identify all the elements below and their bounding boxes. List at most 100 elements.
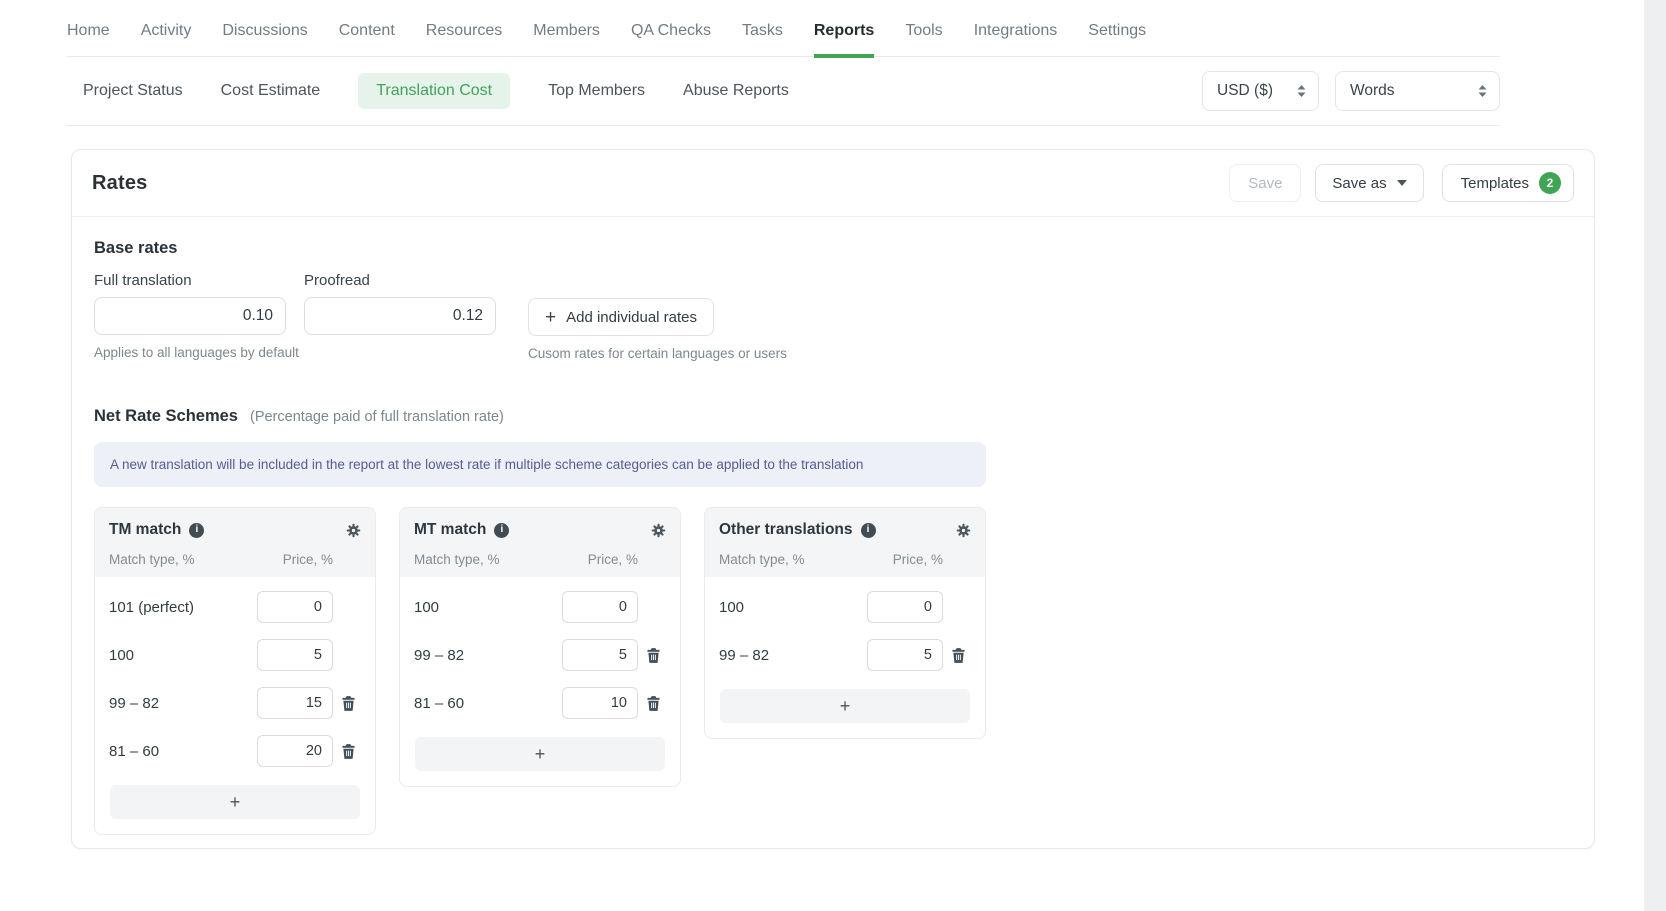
currency-select-value: USD ($)	[1217, 82, 1273, 100]
save-as-button[interactable]: Save as	[1315, 164, 1423, 202]
trash-icon	[952, 648, 965, 663]
nav-item-qa-checks[interactable]: QA Checks	[631, 22, 711, 56]
save-as-label: Save as	[1332, 175, 1386, 192]
reports-sub-nav: Project Status Cost Estimate Translation…	[67, 57, 1500, 126]
nav-item-integrations[interactable]: Integrations	[974, 22, 1058, 56]
price-input[interactable]	[257, 735, 333, 767]
price-input[interactable]	[257, 591, 333, 623]
tab-project-status[interactable]: Project Status	[83, 73, 183, 109]
nav-item-home[interactable]: Home	[67, 22, 110, 56]
other-translations-settings-button[interactable]	[956, 523, 971, 538]
rate-row: 100	[95, 631, 375, 679]
scheme-panels: TM match i Match type, % Price, %	[94, 507, 1572, 835]
price-input[interactable]	[867, 591, 943, 623]
price-input[interactable]	[257, 687, 333, 719]
add-rate-row-button[interactable]: +	[110, 785, 360, 819]
page-title: Rates	[92, 172, 1229, 195]
add-individual-rates-button[interactable]: + Add individual rates	[528, 298, 714, 336]
gear-icon	[956, 523, 971, 538]
delete-rate-row-button[interactable]	[952, 648, 965, 663]
mt-match-settings-button[interactable]	[651, 523, 666, 538]
tm-match-panel: TM match i Match type, % Price, %	[94, 507, 376, 835]
scrollbar[interactable]	[1644, 0, 1666, 911]
full-translation-input[interactable]	[94, 297, 286, 335]
nav-item-activity[interactable]: Activity	[141, 22, 192, 56]
match-range-label: 100	[719, 599, 867, 616]
trash-icon	[342, 696, 355, 711]
proofread-input[interactable]	[304, 297, 496, 335]
nav-item-reports[interactable]: Reports	[814, 22, 874, 56]
rates-card: Rates Save Save as Templates 2 Base rate…	[71, 149, 1595, 849]
tab-translation-cost[interactable]: Translation Cost	[358, 73, 510, 109]
chevron-down-icon	[1397, 180, 1407, 186]
tm-match-settings-button[interactable]	[346, 523, 361, 538]
match-range-label: 81 – 60	[414, 695, 562, 712]
templates-button[interactable]: Templates 2	[1442, 164, 1574, 202]
tm-match-title: TM match	[109, 521, 181, 539]
trash-icon	[647, 696, 660, 711]
price-input[interactable]	[562, 639, 638, 671]
match-type-column-label: Match type, %	[414, 552, 500, 567]
individual-rates-column: + Add individual rates Cusom rates for c…	[528, 272, 787, 361]
match-range-label: 99 – 82	[109, 695, 257, 712]
match-range-label: 99 – 82	[719, 647, 867, 664]
report-filters: USD ($) Words	[1202, 71, 1500, 111]
tab-top-members[interactable]: Top Members	[548, 73, 645, 109]
sort-arrows-icon	[1297, 85, 1306, 97]
other-translations-title: Other translations	[719, 521, 853, 539]
delete-rate-row-button[interactable]	[342, 696, 355, 711]
templates-count-badge: 2	[1539, 172, 1561, 194]
price-input[interactable]	[867, 639, 943, 671]
price-column-label: Price, %	[283, 552, 333, 567]
full-translation-helper: Applies to all languages by default	[94, 345, 286, 360]
plus-icon: +	[840, 696, 851, 716]
rate-row: 101 (perfect)	[95, 583, 375, 631]
nav-item-tools[interactable]: Tools	[905, 22, 942, 56]
proofread-field: Proofread	[304, 272, 496, 335]
full-translation-field: Full translation Applies to all language…	[94, 272, 286, 360]
tab-cost-estimate[interactable]: Cost Estimate	[221, 73, 321, 109]
info-icon[interactable]: i	[861, 523, 876, 538]
save-button[interactable]: Save	[1229, 164, 1301, 202]
tab-abuse-reports[interactable]: Abuse Reports	[683, 73, 789, 109]
match-range-label: 101 (perfect)	[109, 599, 257, 616]
net-rate-schemes-header: Net Rate Schemes (Percentage paid of ful…	[94, 407, 1572, 426]
rate-row: 81 – 60	[400, 679, 680, 727]
rate-row: 99 – 82	[705, 631, 985, 679]
info-icon[interactable]: i	[494, 523, 509, 538]
gear-icon	[346, 523, 361, 538]
top-nav: Home Activity Discussions Content Resour…	[67, 0, 1500, 57]
add-rate-row-button[interactable]: +	[720, 689, 970, 723]
price-input[interactable]	[562, 687, 638, 719]
base-rates-row: Full translation Applies to all language…	[94, 272, 1572, 361]
currency-select[interactable]: USD ($)	[1202, 71, 1319, 111]
templates-label: Templates	[1461, 175, 1529, 192]
full-translation-label: Full translation	[94, 272, 286, 289]
price-input[interactable]	[562, 591, 638, 623]
page: Home Activity Discussions Content Resour…	[0, 0, 1666, 911]
delete-rate-row-button[interactable]	[647, 696, 660, 711]
delete-rate-row-button[interactable]	[647, 648, 660, 663]
unit-select[interactable]: Words	[1335, 71, 1500, 111]
price-column-label: Price, %	[588, 552, 638, 567]
nav-item-content[interactable]: Content	[339, 22, 395, 56]
sort-arrows-icon	[1478, 85, 1487, 97]
price-input[interactable]	[257, 639, 333, 671]
nav-item-settings[interactable]: Settings	[1088, 22, 1146, 56]
rate-row: 100	[705, 583, 985, 631]
gear-icon	[651, 523, 666, 538]
add-rate-row-button[interactable]: +	[415, 737, 665, 771]
nav-item-discussions[interactable]: Discussions	[222, 22, 307, 56]
net-rate-schemes-subheading: (Percentage paid of full translation rat…	[250, 409, 504, 425]
nav-item-resources[interactable]: Resources	[426, 22, 502, 56]
mt-match-panel: MT match i Match type, % Price, %	[399, 507, 681, 787]
rate-row: 100	[400, 583, 680, 631]
nav-item-tasks[interactable]: Tasks	[742, 22, 783, 56]
base-rates-heading: Base rates	[94, 239, 1572, 258]
mt-match-panel-header: MT match i Match type, % Price, %	[400, 508, 680, 577]
info-icon[interactable]: i	[189, 523, 204, 538]
nav-item-members[interactable]: Members	[533, 22, 600, 56]
match-type-column-label: Match type, %	[719, 552, 805, 567]
plus-icon: +	[230, 792, 241, 812]
delete-rate-row-button[interactable]	[342, 744, 355, 759]
